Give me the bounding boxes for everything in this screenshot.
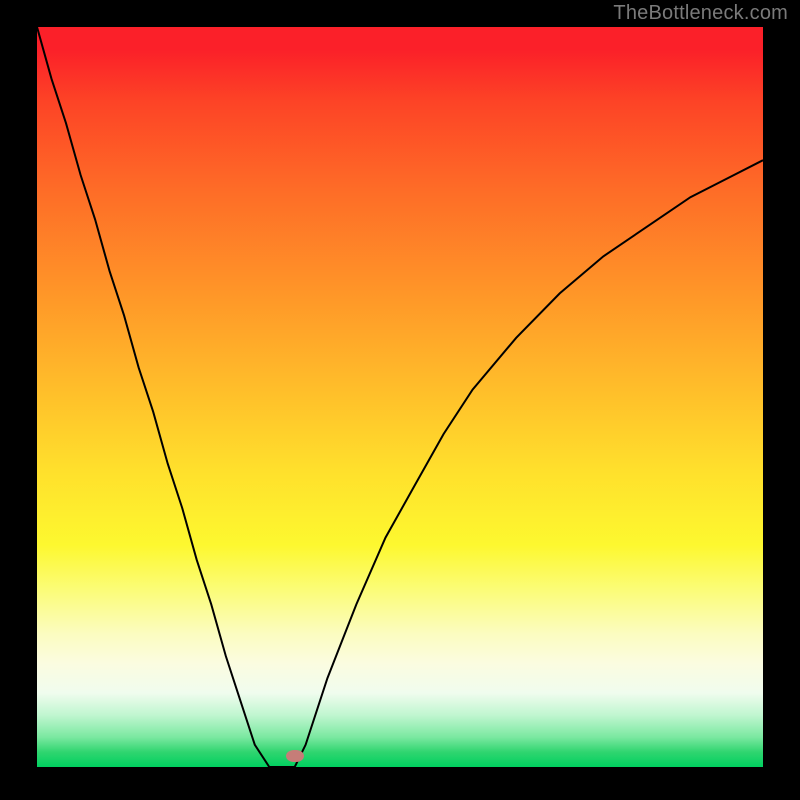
curve-path [37,27,763,767]
bottleneck-curve [37,27,763,767]
watermark-text: TheBottleneck.com [613,2,788,25]
minimum-marker [286,750,304,762]
chart-frame: TheBottleneck.com [0,0,800,800]
plot-area [37,27,763,767]
